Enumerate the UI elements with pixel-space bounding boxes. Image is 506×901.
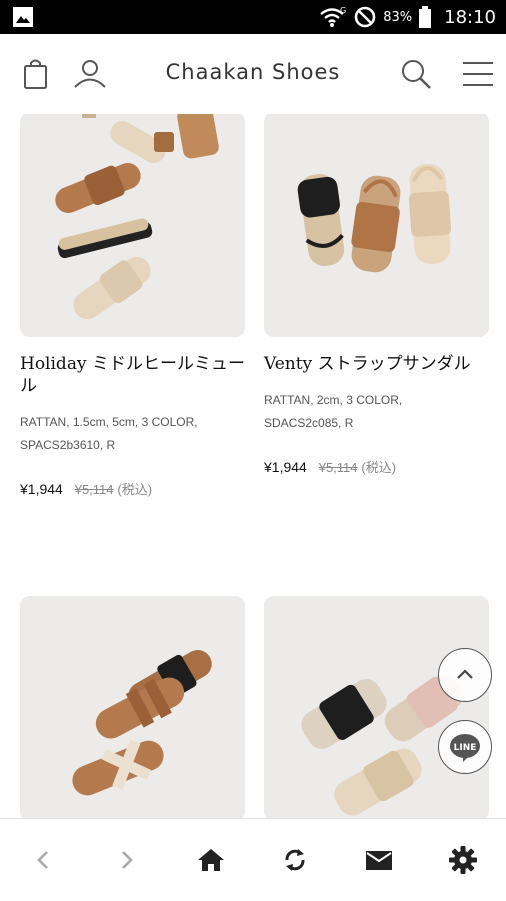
product-image[interactable]	[20, 596, 245, 818]
tax-note: (税込)	[117, 482, 153, 497]
product-image[interactable]	[20, 114, 245, 337]
battery-percent: 83%	[383, 9, 413, 25]
original-price: ¥5,114	[318, 460, 358, 475]
product-name[interactable]: Holiday ミドルヒールミュール	[20, 353, 245, 397]
do-not-disturb-icon	[354, 6, 376, 28]
sale-price: ¥1,944	[264, 459, 307, 475]
line-chat-button[interactable]: LINE	[438, 720, 492, 774]
line-label: LINE	[454, 743, 477, 753]
sale-price: ¥1,944	[20, 481, 63, 497]
scroll-to-top-button[interactable]	[438, 648, 492, 702]
product-card[interactable]: Venty ストラップサンダル RATTAN, 2cm, 3 COLOR, SD…	[264, 114, 489, 476]
hamburger-menu-icon[interactable]	[460, 56, 496, 92]
original-price: ¥5,114	[74, 482, 114, 497]
wifi-icon: G	[320, 6, 346, 27]
home-icon[interactable]	[194, 843, 228, 877]
status-bar: G 83% 18:10	[0, 0, 506, 34]
line-icon: LINE	[450, 734, 480, 762]
product-spec: RATTAN, 1.5cm, 5cm, 3 COLOR, SPACS2b3610…	[20, 411, 245, 457]
tax-note: (税込)	[361, 460, 397, 475]
search-icon[interactable]	[398, 56, 434, 92]
product-card[interactable]	[264, 596, 489, 818]
gear-icon[interactable]	[446, 843, 480, 877]
product-image[interactable]	[264, 596, 489, 818]
product-name[interactable]: Venty ストラップサンダル	[264, 353, 489, 375]
product-card[interactable]: Holiday ミドルヒールミュール RATTAN, 1.5cm, 5cm, 3…	[20, 114, 245, 498]
product-price-row: ¥1,944 ¥5,114 (税込)	[20, 479, 245, 498]
sync-icon[interactable]	[278, 843, 312, 877]
app-header: Chaakan Shoes	[0, 34, 506, 114]
battery-icon	[419, 6, 432, 28]
spec-line: SDACS2c085, R	[264, 416, 354, 430]
chevron-right-icon[interactable]	[110, 843, 144, 877]
bottom-navigation	[0, 818, 506, 901]
clock: 18:10	[444, 6, 496, 28]
gallery-icon	[13, 7, 33, 27]
chevron-up-icon	[457, 669, 473, 679]
product-card[interactable]	[20, 596, 245, 818]
product-grid: Holiday ミドルヒールミュール RATTAN, 1.5cm, 5cm, 3…	[0, 114, 506, 818]
chevron-left-icon[interactable]	[26, 843, 60, 877]
spec-line: SPACS2b3610, R	[20, 438, 116, 452]
mail-icon[interactable]	[362, 843, 396, 877]
product-price-row: ¥1,944 ¥5,114 (税込)	[264, 457, 489, 476]
signal-label: G	[340, 6, 346, 15]
product-spec: RATTAN, 2cm, 3 COLOR, SDACS2c085, R	[264, 389, 489, 435]
spec-line: RATTAN, 2cm, 3 COLOR,	[264, 393, 403, 407]
spec-line: RATTAN, 1.5cm, 5cm, 3 COLOR,	[20, 415, 198, 429]
product-image[interactable]	[264, 114, 489, 337]
